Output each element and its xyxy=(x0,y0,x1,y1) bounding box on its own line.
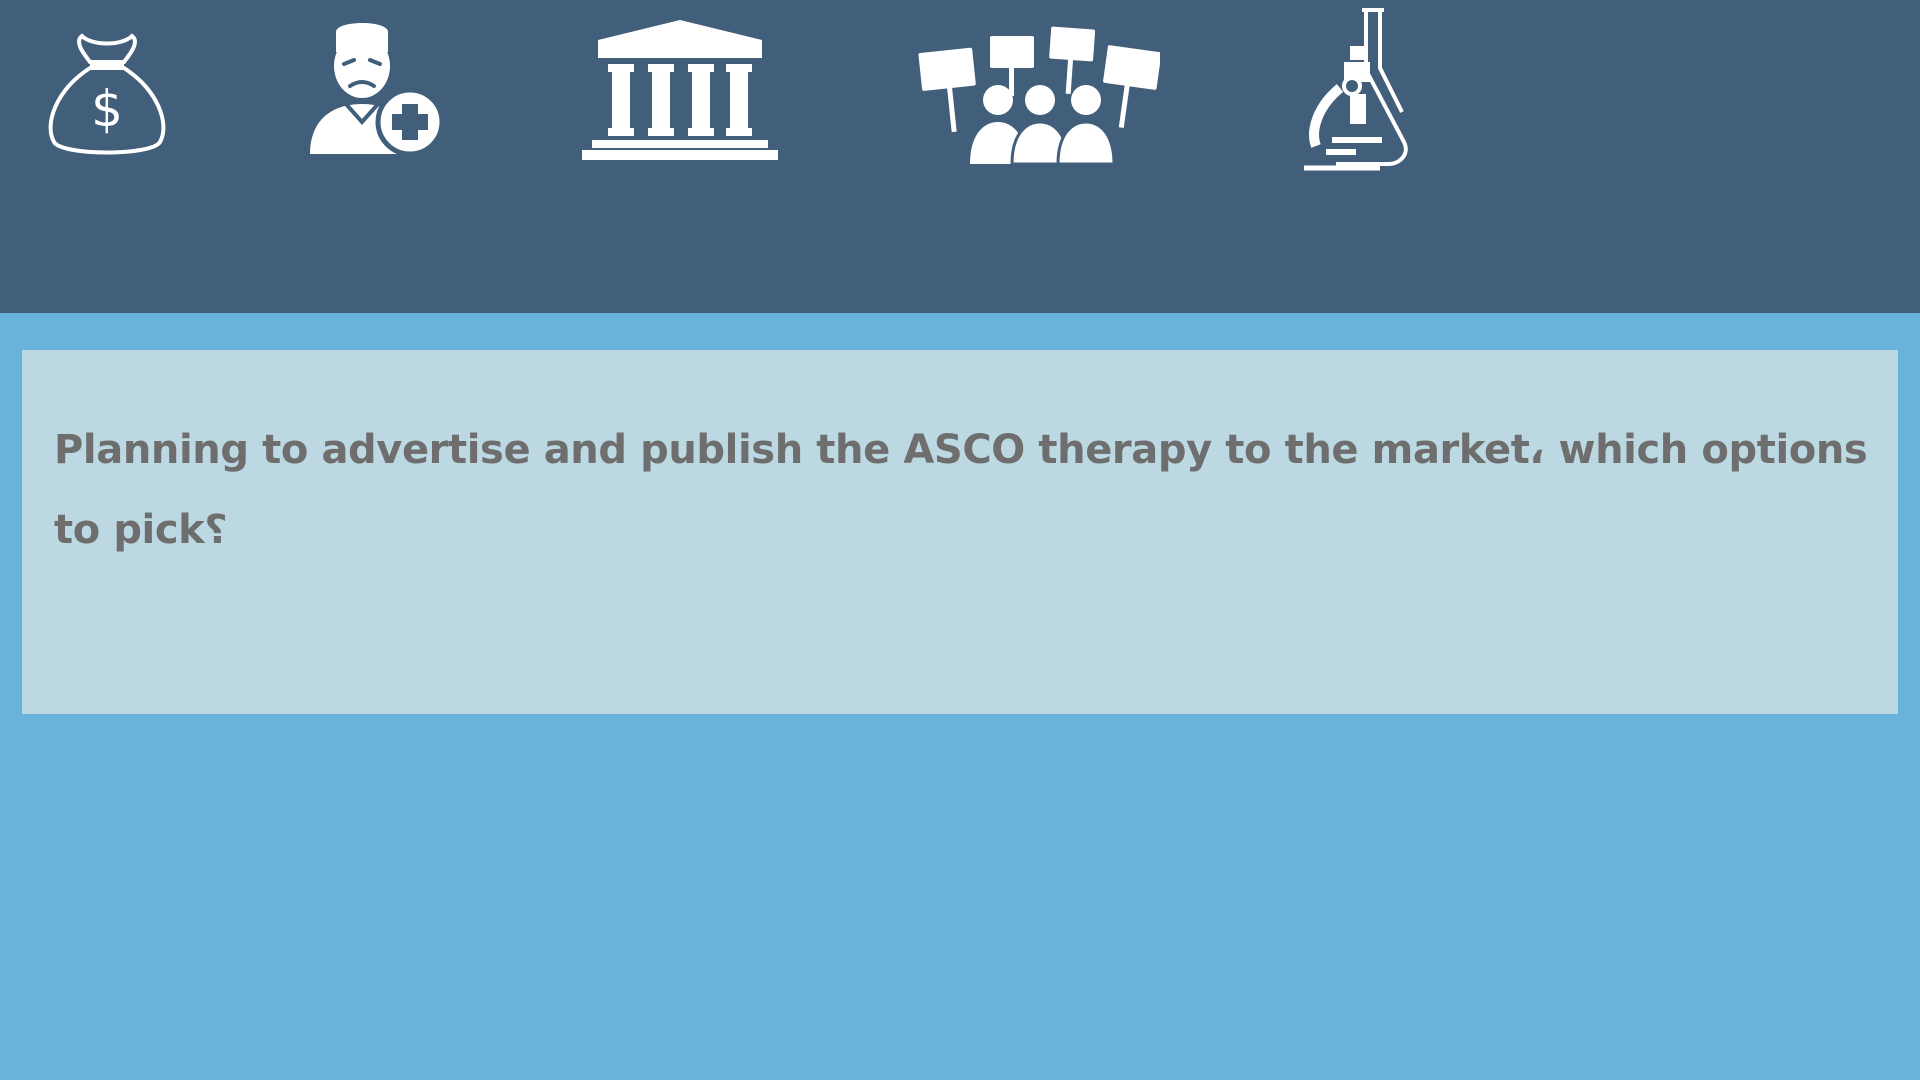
money-bag-icon[interactable]: $ xyxy=(44,28,170,160)
government-building-icon[interactable] xyxy=(582,18,778,162)
patient-icon[interactable] xyxy=(306,18,446,158)
icon-header-bar: $ xyxy=(0,0,1920,313)
svg-text:$: $ xyxy=(91,80,123,138)
laboratory-icon[interactable] xyxy=(1296,6,1412,174)
question-text: Planning to advertise and publish the AS… xyxy=(54,427,1868,553)
question-panel: Planning to advertise and publish the AS… xyxy=(22,350,1898,714)
protest-crowd-icon[interactable] xyxy=(916,26,1160,164)
